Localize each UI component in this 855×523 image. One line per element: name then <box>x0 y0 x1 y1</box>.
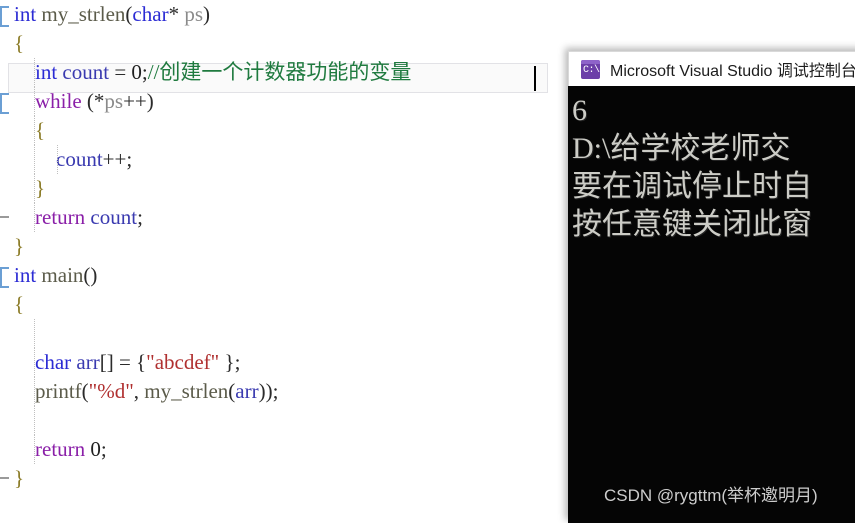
code-token: arr <box>235 379 259 403</box>
code-token: } <box>14 234 25 258</box>
code-token: arr <box>76 350 100 374</box>
code-line-text: char arr[] = {"abcdef" }; <box>14 348 240 377</box>
code-token: )); <box>258 379 279 403</box>
console-output-line-list: 6 D:\给学校老师交 要在调试停止时自 按任意键关闭此窗 <box>568 92 855 244</box>
code-token: ps <box>104 89 124 113</box>
indent-guide <box>34 87 35 116</box>
code-token: "%d" <box>88 379 134 403</box>
csdn-watermark: CSDN @rygttm(举杯邀明月) <box>604 486 818 505</box>
code-token: = <box>109 60 132 84</box>
debug-console-window[interactable]: C:\ Microsoft Visual Studio 调试控制台 6 D:\给学… <box>568 51 855 523</box>
console-output-area[interactable]: 6 D:\给学校老师交 要在调试停止时自 按任意键关闭此窗 CSDN @rygttm(… <box>568 86 855 523</box>
code-token: 0 <box>90 437 101 461</box>
indent-guide <box>57 145 58 174</box>
console-output-line: D:\给学校老师交 <box>572 132 791 165</box>
code-token: ++) <box>123 89 154 113</box>
code-line-text: { <box>14 116 45 145</box>
console-output-line: 6 <box>572 94 587 127</box>
code-line-text: } <box>14 464 24 493</box>
code-line-text: } <box>14 174 45 203</box>
console-icon: C:\ <box>581 59 600 79</box>
code-token: count <box>90 205 138 229</box>
code-token: int <box>14 2 37 26</box>
code-token: int <box>14 263 37 287</box>
code-token: { <box>35 118 46 142</box>
console-output-line: 要在调试停止时自 <box>572 170 812 203</box>
code-token: ++; <box>102 147 133 171</box>
code-line-text: { <box>14 29 24 58</box>
code-token: while <box>35 89 82 113</box>
code-line-text: int my_strlen(char* ps) <box>14 0 210 29</box>
indent-guide <box>34 319 35 348</box>
code-line[interactable]: int my_strlen(char* ps) <box>0 0 855 29</box>
code-token: (* <box>81 89 105 113</box>
code-line-text: int count = 0;//创建一个计数器功能的变量 <box>14 58 411 87</box>
code-token: ps <box>184 2 203 26</box>
code-token: } <box>14 466 25 490</box>
code-line-text: printf("%d", my_strlen(arr)); <box>14 377 278 406</box>
outline-bracket-icon[interactable] <box>0 267 9 288</box>
code-token: () <box>83 263 98 287</box>
code-token: my_strlen <box>41 2 126 26</box>
code-token: 0 <box>131 60 142 84</box>
code-token: char <box>132 2 169 26</box>
indent-guide <box>34 116 35 145</box>
indent-guide <box>34 145 35 174</box>
code-token: } <box>35 176 46 200</box>
outline-dash-icon[interactable] <box>0 216 9 218</box>
code-token: ; <box>137 205 143 229</box>
code-token: count <box>62 60 110 84</box>
indent-guide <box>34 348 35 377</box>
indent-guide <box>34 58 35 87</box>
code-token: return <box>35 205 86 229</box>
code-token: return <box>35 437 86 461</box>
indent-guide <box>34 435 35 464</box>
code-token: my_strlen <box>144 379 229 403</box>
code-token: }; <box>219 350 241 374</box>
code-token: count <box>56 147 103 171</box>
outline-bracket-icon[interactable] <box>0 6 9 27</box>
outline-bracket-icon[interactable] <box>0 93 9 114</box>
code-line-text: } <box>14 232 24 261</box>
code-token: //创建一个计数器功能的变量 <box>147 60 412 84</box>
outline-dash-icon[interactable] <box>0 477 9 479</box>
code-token: "abcdef" <box>146 350 220 374</box>
code-line-text: int main() <box>14 261 97 290</box>
code-token: main <box>41 263 84 287</box>
indent-guide <box>34 203 35 232</box>
indent-guide <box>34 377 35 406</box>
indent-guide <box>34 406 35 435</box>
console-output-line: 按任意键关闭此窗 <box>572 208 812 241</box>
code-token: * <box>168 2 185 26</box>
code-line-text: count++; <box>14 145 132 174</box>
code-token: { <box>14 31 25 55</box>
code-token: printf <box>35 379 82 403</box>
code-line-text: return 0; <box>14 435 107 464</box>
console-icon-prompt-glyph: C:\ <box>583 64 600 76</box>
code-line-text: { <box>14 290 24 319</box>
code-token: ) <box>203 2 210 26</box>
console-title-text: Microsoft Visual Studio 调试控制台 <box>610 63 855 80</box>
code-token: ; <box>100 437 107 461</box>
code-token: [] = { <box>99 350 147 374</box>
code-token: , <box>133 379 145 403</box>
code-token: ( <box>81 379 89 403</box>
code-token: { <box>14 292 25 316</box>
code-token: char <box>35 350 72 374</box>
indent-guide <box>34 174 35 203</box>
code-token: int <box>35 60 58 84</box>
console-title-bar[interactable]: C:\ Microsoft Visual Studio 调试控制台 <box>568 51 855 86</box>
